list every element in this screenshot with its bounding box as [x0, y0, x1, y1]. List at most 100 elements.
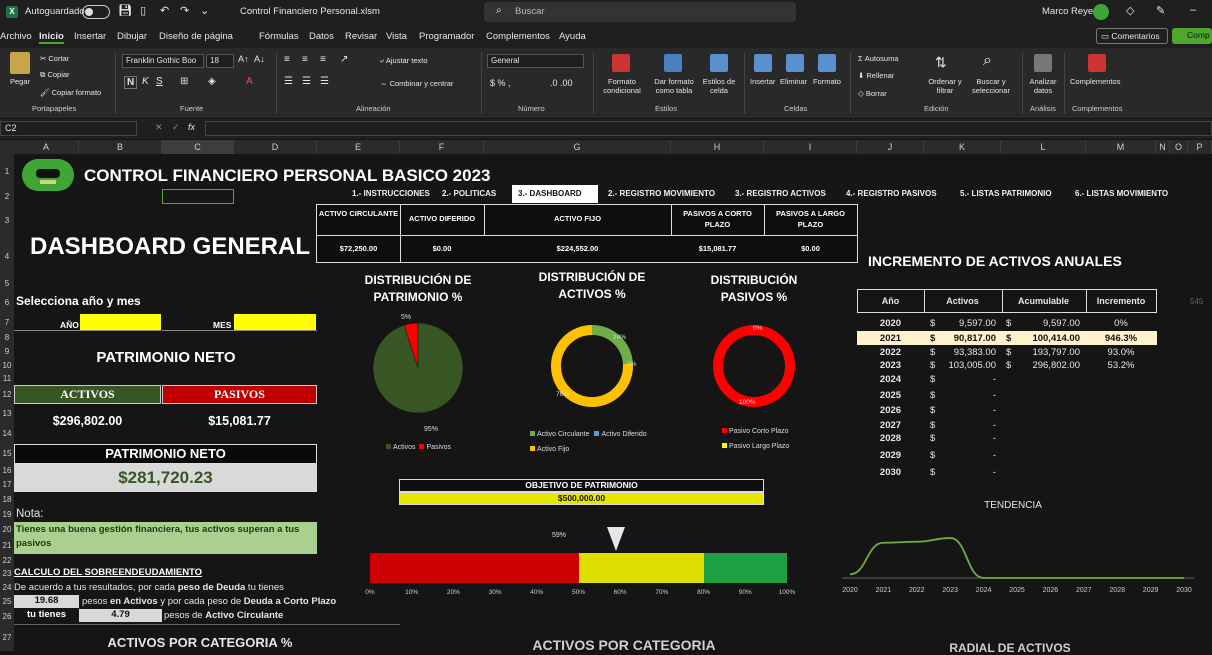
- row-header-1[interactable]: 1: [0, 154, 14, 189]
- format-table-button[interactable]: Dar formato como tabla: [650, 77, 698, 95]
- enter-formula-icon[interactable]: ✓: [172, 122, 180, 133]
- menu-inicio[interactable]: Inicio: [39, 31, 64, 44]
- align-top-icon[interactable]: ≡: [284, 54, 290, 65]
- orientation-icon[interactable]: ↗: [340, 54, 348, 65]
- menu-complementos[interactable]: Complementos: [486, 31, 550, 42]
- decimals-icon[interactable]: .0 .00: [550, 78, 573, 88]
- number-format-select[interactable]: General: [487, 54, 584, 68]
- tab-registro-activos[interactable]: 3.- REGISTRO ACTIVOS: [735, 189, 826, 198]
- row-header-22[interactable]: 22: [0, 554, 14, 567]
- col-header-b[interactable]: B: [79, 140, 162, 154]
- row-header-4[interactable]: 4: [0, 237, 14, 276]
- menu-archivo[interactable]: Archivo: [0, 31, 32, 42]
- fx-icon[interactable]: fx: [188, 122, 195, 132]
- col-header-n[interactable]: N: [1156, 140, 1170, 154]
- share-button[interactable]: Comp: [1172, 28, 1212, 44]
- row-header-8[interactable]: 8: [0, 331, 14, 345]
- col-header-o[interactable]: O: [1170, 140, 1188, 154]
- align-middle-icon[interactable]: ≡: [302, 54, 308, 65]
- month-input[interactable]: [234, 314, 316, 330]
- row-header-24[interactable]: 24: [0, 581, 14, 595]
- col-header-c[interactable]: C: [162, 140, 234, 154]
- row-header-25[interactable]: 25: [0, 595, 14, 609]
- tab-listas-movimiento[interactable]: 6.- LISTAS MOVIMIENTO: [1075, 189, 1168, 198]
- year-input[interactable]: [80, 314, 161, 330]
- row-header-10[interactable]: 10: [0, 359, 14, 372]
- selected-cell-c2[interactable]: [162, 189, 234, 204]
- menu-insertar[interactable]: Insertar: [74, 31, 106, 42]
- align-center-icon[interactable]: ☰: [302, 76, 311, 87]
- formula-input[interactable]: [205, 121, 1212, 136]
- currency-icon[interactable]: $ % ,: [490, 78, 511, 88]
- copy-button[interactable]: ⧉ Copiar: [40, 70, 70, 80]
- font-color-icon[interactable]: A: [246, 76, 253, 87]
- col-header-a[interactable]: A: [14, 140, 79, 154]
- align-right-icon[interactable]: ☰: [320, 76, 329, 87]
- clear-button[interactable]: ◇ Borrar: [858, 89, 887, 98]
- row-header-17[interactable]: 17: [0, 478, 14, 492]
- menu-diseno-pagina[interactable]: Diseño de página: [159, 31, 233, 42]
- sort-filter-button[interactable]: Ordenar y filtrar: [925, 77, 965, 95]
- col-header-d[interactable]: D: [234, 140, 317, 154]
- menu-datos[interactable]: Datos: [309, 31, 334, 42]
- delete-cells-button[interactable]: Eliminar: [780, 77, 807, 86]
- row-header-23[interactable]: 23: [0, 567, 14, 581]
- menu-dibujar[interactable]: Dibujar: [117, 31, 147, 42]
- tab-instrucciones[interactable]: 1.- INSTRUCCIONES: [352, 189, 430, 198]
- cut-button[interactable]: ✂ Cortar: [40, 54, 69, 63]
- italic-icon[interactable]: K: [142, 76, 149, 87]
- menu-revisar[interactable]: Revisar: [345, 31, 377, 42]
- tab-registro-movimiento[interactable]: 2.- REGISTRO MOVIMIENTO: [608, 189, 715, 198]
- col-header-g[interactable]: G: [484, 140, 671, 154]
- col-header-e[interactable]: E: [317, 140, 400, 154]
- addins-button[interactable]: Complementos: [1070, 77, 1120, 86]
- increase-font-icon[interactable]: A↑: [238, 54, 249, 64]
- col-header-p[interactable]: P: [1188, 140, 1212, 154]
- format-cells-button[interactable]: Formato: [813, 77, 841, 86]
- row-header-3[interactable]: 3: [0, 204, 14, 237]
- tab-registro-pasivos[interactable]: 4.- REGISTRO PASIVOS: [846, 189, 937, 198]
- row-header-12[interactable]: 12: [0, 386, 14, 404]
- tab-dashboard[interactable]: 3.- DASHBOARD: [512, 185, 598, 203]
- menu-vista[interactable]: Vista: [386, 31, 407, 42]
- user-name[interactable]: Marco Reyes: [1042, 6, 1098, 17]
- undo-icon[interactable]: ↶: [160, 4, 169, 17]
- row-header-6[interactable]: 6: [0, 292, 14, 314]
- row-header-15[interactable]: 15: [0, 444, 14, 464]
- col-header-f[interactable]: F: [400, 140, 484, 154]
- name-box[interactable]: C2: [0, 121, 137, 136]
- save-icon[interactable]: 💾︎: [118, 4, 132, 17]
- insert-cells-button[interactable]: Insertar: [750, 77, 775, 86]
- minimize-icon[interactable]: –: [1190, 4, 1196, 16]
- row-header-13[interactable]: 13: [0, 404, 14, 423]
- diamond-icon[interactable]: ◇: [1126, 4, 1134, 17]
- align-left-icon[interactable]: ☰: [284, 76, 293, 87]
- autosum-button[interactable]: Σ Autosuma: [858, 54, 899, 63]
- new-file-icon[interactable]: ▯: [140, 4, 146, 17]
- fill-button[interactable]: ⬇ Rellenar: [858, 71, 894, 80]
- conditional-format-button[interactable]: Formato condicional: [598, 77, 646, 95]
- autosave-toggle[interactable]: [82, 5, 110, 19]
- customize-qat-icon[interactable]: ⌄: [200, 4, 209, 17]
- format-painter-button[interactable]: 🖌︎ Copiar formato: [40, 88, 101, 97]
- borders-icon[interactable]: ⊞: [180, 76, 188, 87]
- row-header-26[interactable]: 26: [0, 609, 14, 624]
- redo-icon[interactable]: ↷: [180, 4, 189, 17]
- decrease-font-icon[interactable]: A↓: [254, 54, 265, 64]
- select-all-corner[interactable]: [0, 140, 14, 154]
- analyze-data-button[interactable]: Analizar datos: [1026, 77, 1060, 95]
- col-header-k[interactable]: K: [924, 140, 1001, 154]
- tab-listas-patrimonio[interactable]: 5.- LISTAS PATRIMONIO: [960, 189, 1052, 198]
- row-header-11[interactable]: 11: [0, 372, 14, 386]
- align-bottom-icon[interactable]: ≡: [320, 54, 326, 65]
- row-header-5[interactable]: 5: [0, 276, 14, 292]
- row-header-21[interactable]: 21: [0, 538, 14, 554]
- font-name-select[interactable]: Franklin Gothic Boo: [122, 54, 204, 68]
- row-header-27[interactable]: 27: [0, 624, 14, 651]
- row-header-20[interactable]: 20: [0, 522, 14, 538]
- col-header-i[interactable]: I: [764, 140, 857, 154]
- row-header-18[interactable]: 18: [0, 492, 14, 508]
- fill-color-icon[interactable]: ◈: [208, 76, 216, 87]
- comments-button[interactable]: ▭ Comentarios: [1096, 28, 1168, 44]
- underline-icon[interactable]: S: [156, 76, 163, 87]
